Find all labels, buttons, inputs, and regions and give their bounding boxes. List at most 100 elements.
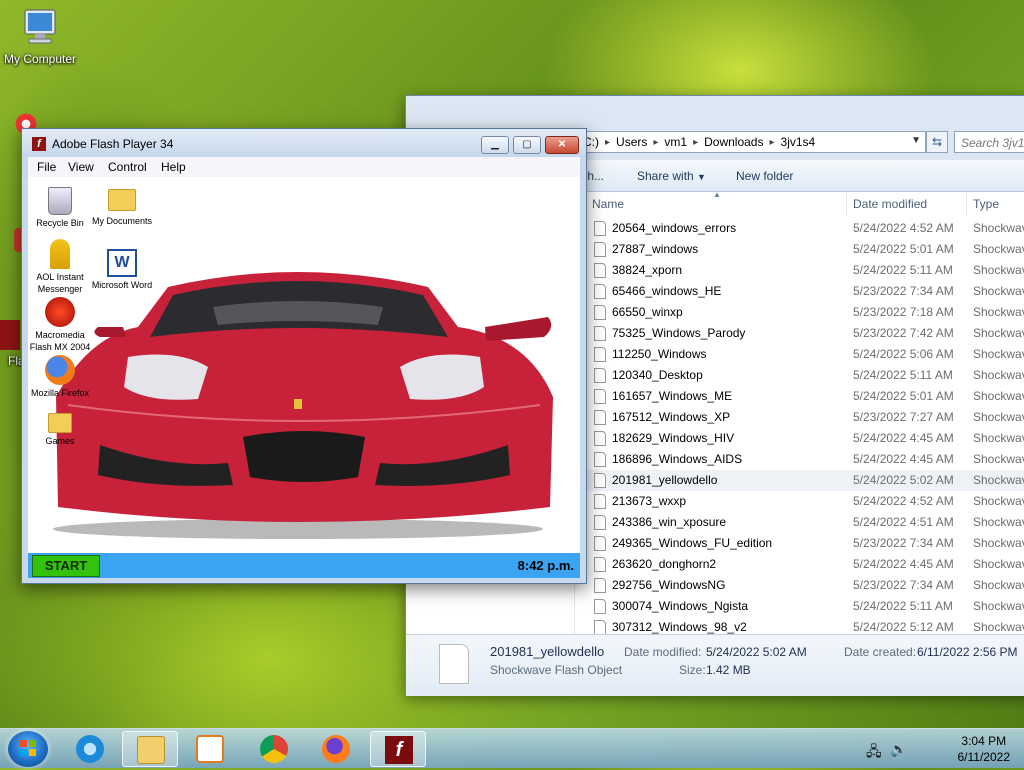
file-row[interactable]: 300074_Windows_Ngista 5/24/2022 5:11 AM Sh… [575, 596, 1024, 617]
file-date-modified: 5/24/2022 4:45 AM [853, 557, 954, 571]
file-row[interactable]: 20564_windows_errors 5/24/2022 4:52 AM Sho… [575, 218, 1024, 239]
chevron-down-icon[interactable]: ▼ [911, 135, 921, 146]
file-row[interactable]: 27887_windows 5/24/2022 5:01 AM Shockwave [575, 239, 1024, 260]
menu-control[interactable]: Control [108, 160, 147, 174]
desktop-icon-my-computer[interactable]: My Computer [0, 8, 80, 66]
flash-icon-recycle-bin[interactable]: Recycle Bin [28, 187, 92, 229]
maximize-button[interactable]: ▢ [513, 136, 541, 154]
file-name: 27887_windows [612, 242, 699, 256]
file-type: Shockwave [973, 305, 1024, 319]
file-row[interactable]: 120340_Desktop 5/24/2022 5:11 AM Shockwave [575, 365, 1024, 386]
breadcrumb-folder[interactable]: 3jv1s4 [781, 135, 816, 149]
file-row[interactable]: 75325_Windows_Parody 5/23/2022 7:42 AM Sho… [575, 323, 1024, 344]
close-button[interactable]: ✕ [545, 136, 579, 154]
file-row[interactable]: 201981_yellowdello 5/24/2022 5:02 AM Shock… [575, 470, 1024, 491]
file-icon [594, 578, 606, 593]
flash-icon-games[interactable]: Games [28, 413, 92, 447]
file-icon [594, 431, 606, 446]
file-type: Shockwave [973, 347, 1024, 361]
file-icon [439, 644, 469, 684]
file-icon [594, 410, 606, 425]
file-date-modified: 5/23/2022 7:18 AM [853, 305, 954, 319]
breadcrumb-users[interactable]: Users [616, 135, 647, 149]
taskbar-flash-player[interactable]: f [370, 731, 426, 767]
chevron-right-icon: ▸ [605, 136, 611, 148]
breadcrumb-downloads[interactable]: Downloads [704, 135, 763, 149]
share-with-button[interactable]: Share with ▼ [637, 169, 706, 183]
file-row[interactable]: 161657_Windows_ME 5/24/2022 5:01 AM Shockw… [575, 386, 1024, 407]
menu-file[interactable]: File [37, 160, 56, 174]
system-clock[interactable]: 3:04 PM 6/11/2022 [958, 733, 1011, 765]
search-input[interactable]: Search 3jv1s [954, 131, 1024, 153]
menu-view[interactable]: View [68, 160, 94, 174]
file-type: Shockwave [973, 473, 1024, 487]
file-type: Shockwave [973, 221, 1024, 235]
file-row[interactable]: 38824_xporn 5/24/2022 5:11 AM Shockwave [575, 260, 1024, 281]
file-row[interactable]: 66550_winxp 5/23/2022 7:18 AM Shockwave [575, 302, 1024, 323]
file-row[interactable]: 112250_Windows 5/24/2022 5:06 AM Shockwave [575, 344, 1024, 365]
file-date-modified: 5/24/2022 5:11 AM [853, 263, 953, 277]
file-type: Shockwave [973, 494, 1024, 508]
file-row[interactable]: 292756_WindowsNG 5/23/2022 7:34 AM Shockwa… [575, 575, 1024, 596]
network-icon[interactable]: 🖧 [866, 741, 882, 765]
file-type: Shockwave [973, 620, 1024, 634]
volume-icon[interactable]: 🔈 [890, 741, 907, 758]
window-title: Adobe Flash Player 34 [52, 137, 174, 151]
firefox-icon [45, 355, 75, 385]
refresh-icon[interactable]: ⇆ [926, 131, 948, 153]
file-name: 182629_Windows_HIV [612, 431, 735, 445]
column-header-date[interactable]: Date modified [853, 192, 927, 216]
file-type: Shockwave [973, 452, 1024, 466]
column-header-type[interactable]: Type [973, 192, 999, 216]
file-date-modified: 5/24/2022 4:45 AM [853, 452, 954, 466]
column-divider[interactable] [966, 192, 967, 216]
file-type: Shockwave [973, 368, 1024, 382]
flash-icon-aol-messenger[interactable]: AOL Instant Messenger [28, 239, 92, 295]
file-name: 65466_windows_HE [612, 284, 722, 298]
menu-help[interactable]: Help [161, 160, 186, 174]
file-date-modified: 5/24/2022 4:45 AM [853, 431, 954, 445]
minimize-button[interactable]: ▁ [481, 136, 509, 154]
file-row[interactable]: 186896_Windows_AIDS 5/24/2022 4:45 AM Shoc… [575, 449, 1024, 470]
flash-player-window[interactable]: f Adobe Flash Player 34 ▁ ▢ ✕ File View … [21, 128, 587, 584]
clock-time: 3:04 PM [961, 734, 1007, 748]
start-button[interactable] [8, 731, 48, 767]
column-header-name[interactable]: Name [592, 192, 624, 216]
taskbar-internet-explorer[interactable] [62, 731, 118, 767]
column-divider[interactable] [846, 192, 847, 216]
breadcrumb-vm1[interactable]: vm1 [664, 135, 687, 149]
file-icon [594, 368, 606, 383]
flash-stage[interactable]: Recycle Bin My Documents AOL Instant Mes… [28, 177, 580, 553]
taskbar-firefox[interactable] [308, 731, 364, 767]
file-row[interactable]: 167512_Windows_XP 5/23/2022 7:27 AM Shockw… [575, 407, 1024, 428]
taskbar-chrome[interactable] [246, 731, 302, 767]
new-folder-button[interactable]: New folder [736, 169, 793, 183]
flash-icon-macromedia-flash[interactable]: Macromedia Flash MX 2004 [28, 297, 92, 353]
taskbar-file-explorer[interactable] [122, 731, 178, 767]
flash-start-button[interactable]: START [32, 555, 100, 577]
file-date-modified: 5/23/2022 7:34 AM [853, 578, 954, 592]
file-row[interactable]: 249365_Windows_FU_edition 5/23/2022 7:34 … [575, 533, 1024, 554]
file-row[interactable]: 307312_Windows_98_v2 5/24/2022 5:12 AM Sho… [575, 617, 1024, 634]
file-row[interactable]: 263620_donghorn2 5/24/2022 4:45 AM Shockwa… [575, 554, 1024, 575]
flash-icon-mozilla-firefox[interactable]: Mozilla Firefox [28, 355, 92, 399]
file-type: Shockwave [973, 557, 1024, 571]
clock-date: 6/11/2022 [957, 750, 1011, 764]
file-icon [594, 620, 606, 634]
taskbar-media-player[interactable] [182, 731, 238, 767]
title-bar[interactable]: f Adobe Flash Player 34 ▁ ▢ ✕ [22, 129, 586, 157]
file-row[interactable]: 182629_Windows_HIV 5/24/2022 4:45 AM Shock… [575, 428, 1024, 449]
internet-explorer-icon [76, 735, 104, 763]
file-type: Shockwave [973, 410, 1024, 424]
file-row[interactable]: 243386_win_xposure 5/24/2022 4:51 AM Shock… [575, 512, 1024, 533]
address-bar[interactable]: C:) ▸ Users ▸ vm1 ▸ Downloads ▸ 3jv1s4 ▼ [576, 131, 926, 153]
media-player-icon [196, 735, 224, 763]
file-list[interactable]: Name ▲ Date modified Type 20564_windows_… [574, 192, 1024, 634]
organize-button[interactable]: th... [584, 169, 604, 183]
file-row[interactable]: 213673_wxxp 5/24/2022 4:52 AM Shockwave [575, 491, 1024, 512]
desktop-icon-flash[interactable]: Fla [0, 320, 25, 368]
flash-icon-microsoft-word[interactable]: W Microsoft Word [90, 249, 154, 291]
file-name: 112250_Windows [612, 347, 707, 361]
flash-icon-my-documents[interactable]: My Documents [90, 189, 154, 227]
file-row[interactable]: 65466_windows_HE 5/23/2022 7:34 AM Shockwa… [575, 281, 1024, 302]
